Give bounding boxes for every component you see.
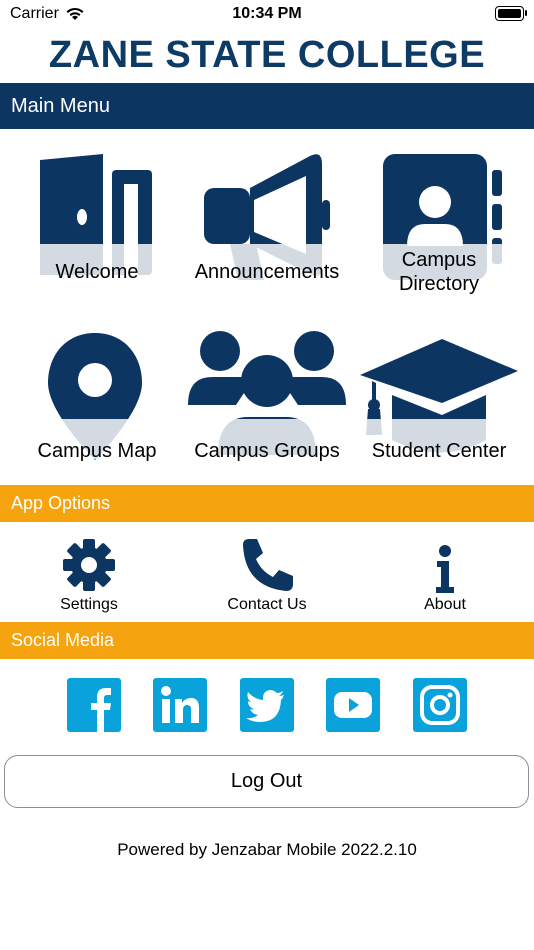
gear-icon bbox=[63, 539, 115, 591]
phone-icon bbox=[243, 539, 293, 591]
status-bar: Carrier 10:34 PM bbox=[0, 0, 534, 30]
campus-directory-tile[interactable]: Campus Directory bbox=[350, 150, 528, 310]
campus-groups-label: Campus Groups bbox=[194, 440, 340, 462]
settings-button[interactable]: Settings bbox=[0, 525, 178, 615]
student-center-label: Student Center bbox=[371, 440, 507, 462]
campus-map-tile[interactable]: Campus Map bbox=[8, 325, 186, 485]
info-icon bbox=[436, 545, 454, 593]
twitter-icon[interactable] bbox=[240, 678, 294, 732]
campus-groups-tile[interactable]: Campus Groups bbox=[178, 325, 356, 485]
youtube-icon[interactable] bbox=[326, 678, 380, 732]
settings-label: Settings bbox=[60, 596, 118, 613]
status-time: 10:34 PM bbox=[232, 5, 302, 22]
welcome-tile[interactable]: Welcome bbox=[8, 150, 186, 310]
facebook-icon[interactable] bbox=[67, 678, 121, 732]
log-out-button[interactable]: Log Out bbox=[4, 755, 529, 808]
battery-icon bbox=[495, 6, 527, 21]
social-media-header: Social Media bbox=[0, 622, 534, 659]
linkedin-icon[interactable] bbox=[153, 678, 207, 732]
campus-map-label: Campus Map bbox=[37, 440, 157, 462]
student-center-tile[interactable]: Student Center bbox=[350, 325, 528, 485]
instagram-icon[interactable] bbox=[413, 678, 467, 732]
main-menu-header: Main Menu bbox=[0, 83, 534, 129]
powered-by-text: Powered by Jenzabar Mobile 2022.2.10 bbox=[117, 840, 417, 859]
about-button[interactable]: About bbox=[356, 525, 534, 615]
announcements-tile[interactable]: Announcements bbox=[178, 150, 356, 310]
announcements-label: Announcements bbox=[194, 261, 340, 283]
door-icon bbox=[25, 154, 167, 280]
college-title: ZANE STATE COLLEGE bbox=[48, 34, 486, 76]
about-label: About bbox=[424, 596, 466, 613]
welcome-label: Welcome bbox=[55, 261, 139, 283]
app-options-header: App Options bbox=[0, 485, 534, 522]
campus-directory-label-line2: Directory bbox=[398, 273, 479, 295]
contact-us-button[interactable]: Contact Us bbox=[178, 525, 356, 615]
megaphone-icon bbox=[188, 154, 346, 284]
contact-us-label: Contact Us bbox=[227, 596, 307, 613]
campus-directory-label-line1: Campus bbox=[401, 249, 477, 271]
